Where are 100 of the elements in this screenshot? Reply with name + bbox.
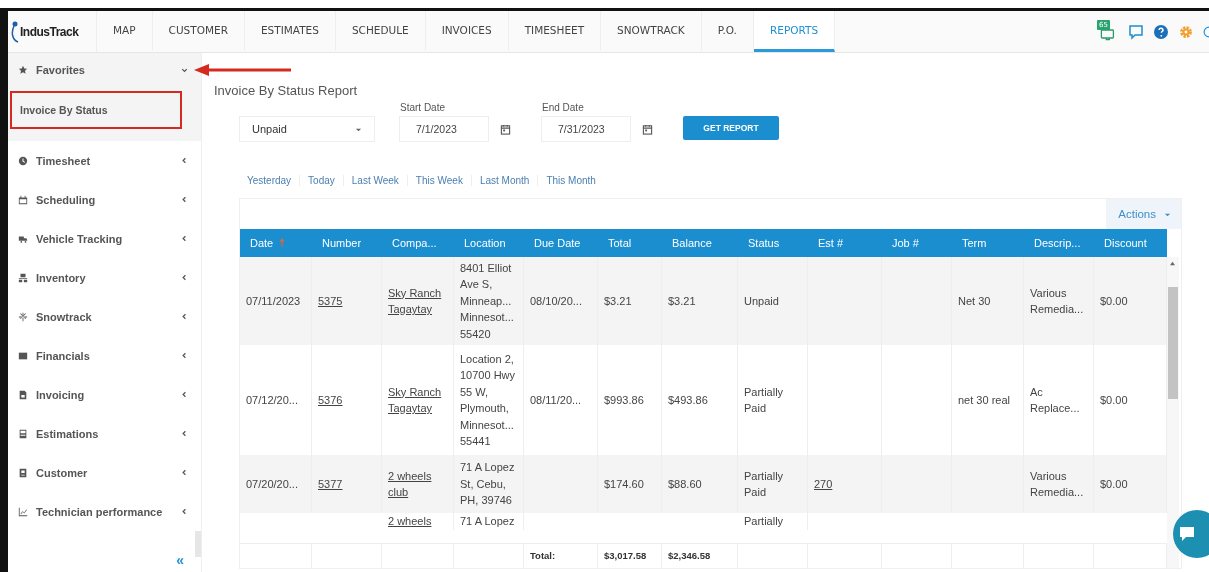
scrollbar[interactable] — [1167, 257, 1179, 568]
date-range-link[interactable]: This Month — [537, 175, 604, 186]
date-range-link[interactable]: Today — [299, 175, 343, 186]
calculator-icon — [18, 428, 28, 439]
total-label: Total: — [530, 548, 556, 563]
sidebar-item[interactable]: Technician performance — [8, 492, 201, 531]
balance-amount: $2,346.58 — [668, 548, 711, 563]
table-cell-text: $0.00 — [1100, 476, 1128, 492]
sidebar-item[interactable]: Snowtrack — [8, 297, 201, 336]
date-label: Start Date — [399, 102, 447, 113]
table-cell-text: 07/12/20... — [246, 392, 298, 408]
column-header[interactable]: Discount — [1094, 229, 1167, 257]
table-link[interactable]: Sky Ranch Tagaytay — [388, 383, 447, 417]
nav-tab[interactable]: SNOWTRACK — [601, 11, 702, 52]
nav-tab[interactable]: CUSTOMER — [152, 11, 245, 52]
column-header[interactable]: Status — [738, 229, 808, 257]
sidebar-item[interactable]: Inventory — [8, 258, 201, 297]
status-dropdown[interactable]: Unpaid — [239, 116, 375, 142]
table-cell-text: $3.21 — [668, 293, 696, 309]
column-header[interactable]: Job # — [882, 229, 952, 257]
help-icon[interactable] — [1153, 23, 1169, 40]
chevron-icon — [180, 195, 189, 204]
sidebar-item[interactable]: Vehicle Tracking — [8, 219, 201, 258]
table-cell-text: $0.00 — [1100, 293, 1128, 309]
scrollbar-thumb[interactable] — [195, 531, 201, 557]
nav-tab[interactable]: REPORTS — [753, 11, 836, 52]
calendar-icon[interactable] — [642, 123, 653, 135]
date-range-link[interactable]: Yesterday — [239, 175, 300, 186]
sidebar-item[interactable]: Estimations — [8, 414, 201, 453]
chevron-icon — [180, 312, 189, 321]
table-cell-text: 8401 Elliot Ave S, Minneap... Minnesot... 55420 — [460, 260, 515, 342]
sidebar-item[interactable]: Customer — [8, 453, 201, 492]
scroll-up-icon[interactable] — [1169, 261, 1176, 266]
nav-tab[interactable]: INVOICES — [425, 11, 509, 52]
table-link[interactable]: 270 — [814, 475, 833, 493]
column-header[interactable]: Date — [240, 229, 312, 257]
chevron-icon — [180, 507, 189, 516]
settings-icon[interactable] — [1178, 23, 1194, 40]
table-cell-text: $88.60 — [668, 476, 702, 492]
chevron-icon — [180, 429, 189, 438]
favorite-link[interactable]: Invoice By Status — [10, 91, 182, 129]
sidebar-item[interactable]: Financials — [8, 336, 201, 375]
table-cell-text: Location 2, 10700 Hwy 55 W, Plymouth, Minnesot... 55441 — [460, 351, 517, 449]
chevron-icon — [180, 234, 189, 243]
column-header[interactable]: Est # — [808, 229, 882, 257]
chat-icon[interactable] — [1128, 23, 1144, 40]
clock-icon — [18, 155, 28, 166]
sidebar-item[interactable]: Favorites — [8, 53, 201, 87]
column-header[interactable]: Balance — [662, 229, 738, 257]
sidebar-item[interactable]: Invoicing — [8, 375, 201, 414]
table-cell-text: $3.21 — [604, 293, 632, 309]
chat-icon — [1177, 524, 1197, 544]
table-cell-text: Unpaid — [744, 293, 779, 309]
table-link[interactable]: 2 wheels club — [388, 467, 447, 501]
table-cell-text: Ac Replace... — [1030, 384, 1081, 416]
table-cell-text: Partially Paid — [744, 384, 785, 416]
chevron-icon — [180, 351, 189, 360]
column-header[interactable]: Descrip... — [1024, 229, 1094, 257]
column-header[interactable]: Location — [454, 229, 524, 257]
date-field[interactable]: 7/1/2023 — [399, 116, 489, 142]
sort-arrow-icon — [279, 238, 286, 248]
date-range-link[interactable]: Last Week — [342, 175, 407, 186]
calendar-icon — [18, 194, 28, 205]
table-link[interactable]: Sky Ranch Tagaytay — [388, 284, 447, 318]
table-link[interactable]: 5375 — [318, 292, 343, 310]
column-header[interactable]: Due Date — [524, 229, 598, 257]
scrollbar-thumb[interactable] — [1168, 287, 1178, 399]
column-header[interactable]: Term — [952, 229, 1024, 257]
chevron-icon — [180, 468, 189, 477]
chevron-icon — [180, 156, 189, 165]
get-report-button[interactable]: GET REPORT — [683, 116, 779, 140]
boxes-icon — [18, 272, 28, 283]
collapse-sidebar-button[interactable]: « — [173, 552, 187, 568]
sidebar-item[interactable]: Timesheet — [8, 141, 201, 180]
column-header[interactable]: Compa... — [382, 229, 454, 257]
logo-swoosh-icon — [11, 21, 19, 43]
sidebar-item[interactable]: Scheduling — [8, 180, 201, 219]
table-cell-text: net 30 real — [958, 392, 1010, 408]
date-range-link[interactable]: Last Month — [470, 175, 538, 186]
nav-tab[interactable]: TIMESHEET — [508, 11, 602, 52]
star-icon — [18, 65, 28, 75]
nav-tab[interactable]: P.O. — [701, 11, 754, 52]
calendar-icon[interactable] — [500, 123, 511, 135]
table-link[interactable]: 5376 — [318, 391, 343, 409]
nav-tab[interactable]: ESTIMATES — [244, 11, 336, 52]
table-cell-text: $174.60 — [604, 476, 644, 492]
table-cell-text: Partially Paid — [744, 468, 785, 500]
nav-tab[interactable]: SCHEDULE — [335, 11, 426, 52]
table-cell-text: Various Remedia... — [1030, 468, 1085, 500]
app-logo[interactable]: IndusTrack — [8, 11, 97, 52]
date-range-link[interactable]: This Week — [406, 175, 471, 186]
table-cell-text: 07/11/2023 — [246, 293, 301, 309]
chat-bubble-button[interactable] — [1173, 510, 1209, 558]
table-link[interactable]: 2 wheels — [388, 513, 432, 530]
table-link[interactable]: 5377 — [318, 475, 343, 493]
table-cell-text: Partially — [744, 514, 784, 529]
date-field[interactable]: 7/31/2023 — [541, 116, 631, 142]
column-header[interactable]: Total — [598, 229, 662, 257]
column-header[interactable]: Number — [312, 229, 382, 257]
nav-tab[interactable]: MAP — [97, 11, 153, 52]
